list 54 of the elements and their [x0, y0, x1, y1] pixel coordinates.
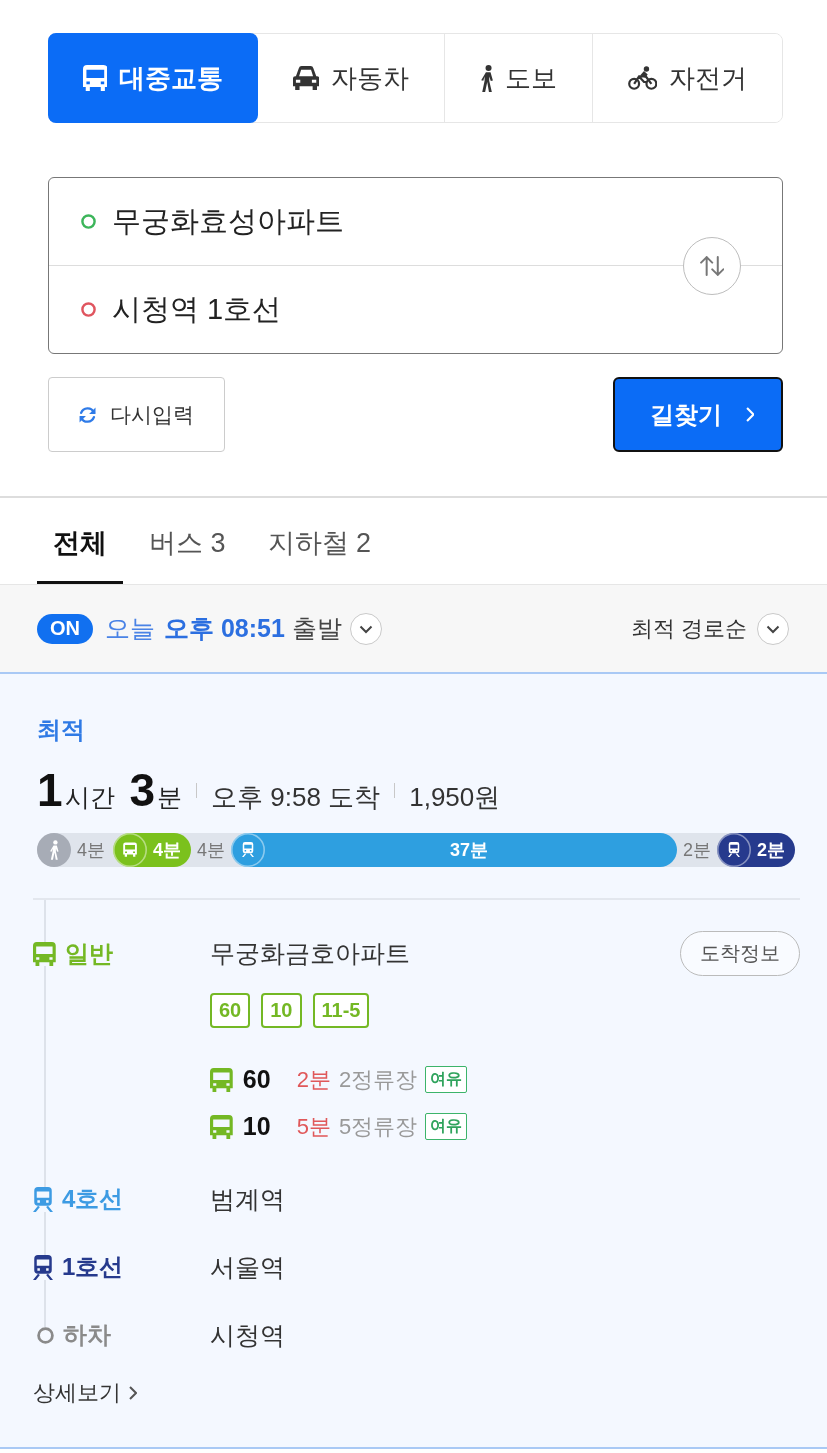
bus-icon — [210, 1067, 233, 1092]
travel-mode-tab[interactable]: 자전거 — [591, 34, 782, 122]
transit-line-label: 하차 — [63, 1320, 111, 1350]
refresh-icon — [78, 406, 97, 423]
bus-number: 10 — [242, 1112, 272, 1141]
segment-duration: 2분 — [756, 839, 786, 862]
station-name: 무궁화금호아파트 — [210, 938, 410, 969]
crowding-tag: 여유 — [425, 1113, 468, 1140]
chevron-right-icon — [745, 407, 755, 422]
arrival-time: 오후 9:58 도착 — [211, 781, 381, 814]
crowding-tag: 여유 — [425, 1066, 468, 1093]
origin-field[interactable]: 무궁화효성아파트 — [49, 178, 782, 265]
departure-time-button[interactable]: 오늘 오후 08:51 출발 — [105, 612, 382, 645]
chevron-down-icon — [349, 612, 382, 645]
stops-away: 2정류장 — [339, 1065, 418, 1094]
result-filter-tab[interactable]: 지하철 2 — [251, 498, 388, 584]
walk-duration: 4분 — [77, 839, 105, 862]
route-duration: 1시간 3분 — [37, 763, 183, 818]
station-name: 범계역 — [210, 1183, 285, 1215]
arrival-eta: 5분 — [296, 1112, 331, 1141]
ring-icon — [37, 1326, 54, 1344]
arrival-info-button[interactable]: 도착정보 — [680, 931, 800, 976]
result-filter-tab[interactable]: 버스 3 — [133, 498, 242, 584]
swap-arrows-icon — [699, 255, 725, 276]
route-tag-label: 최적 — [37, 715, 85, 745]
route-fare: 1,950원 — [409, 781, 501, 814]
reset-button[interactable]: 다시입력 — [48, 377, 225, 452]
bus-icon — [82, 65, 108, 91]
realtime-toggle[interactable]: ON — [37, 613, 93, 644]
segment-duration: 37분 — [449, 839, 489, 862]
cyclist-icon — [627, 66, 658, 90]
transit-line-label: 4호선 — [62, 1184, 124, 1214]
stops-away: 5정류장 — [339, 1112, 418, 1141]
station-name: 시청역 — [210, 1319, 285, 1351]
bus-icon — [210, 1114, 233, 1139]
walking-person-icon — [37, 833, 71, 867]
car-icon — [293, 66, 320, 90]
find-route-button[interactable]: 길찾기 — [613, 377, 783, 452]
station-name: 서울역 — [210, 1251, 285, 1283]
chevron-down-icon — [757, 612, 789, 645]
arrival-eta: 2분 — [296, 1065, 331, 1094]
end-marker-icon — [81, 302, 96, 317]
sort-order-button[interactable]: 최적 경로순 — [630, 612, 789, 645]
transfer-duration: 2분 — [683, 839, 711, 862]
transfer-duration: 4분 — [197, 839, 226, 862]
walking-person-icon — [479, 64, 493, 92]
details-link[interactable]: 상세보기 — [33, 1378, 137, 1408]
start-marker-icon — [81, 214, 96, 229]
transit-line-label: 1호선 — [62, 1252, 124, 1282]
bus-number: 60 — [242, 1065, 272, 1094]
segment-duration: 4분 — [152, 839, 182, 862]
chevron-right-icon — [129, 1386, 137, 1400]
transit-line-label: 일반 — [64, 938, 113, 969]
travel-mode-tab[interactable]: 대중교통 — [48, 33, 259, 123]
